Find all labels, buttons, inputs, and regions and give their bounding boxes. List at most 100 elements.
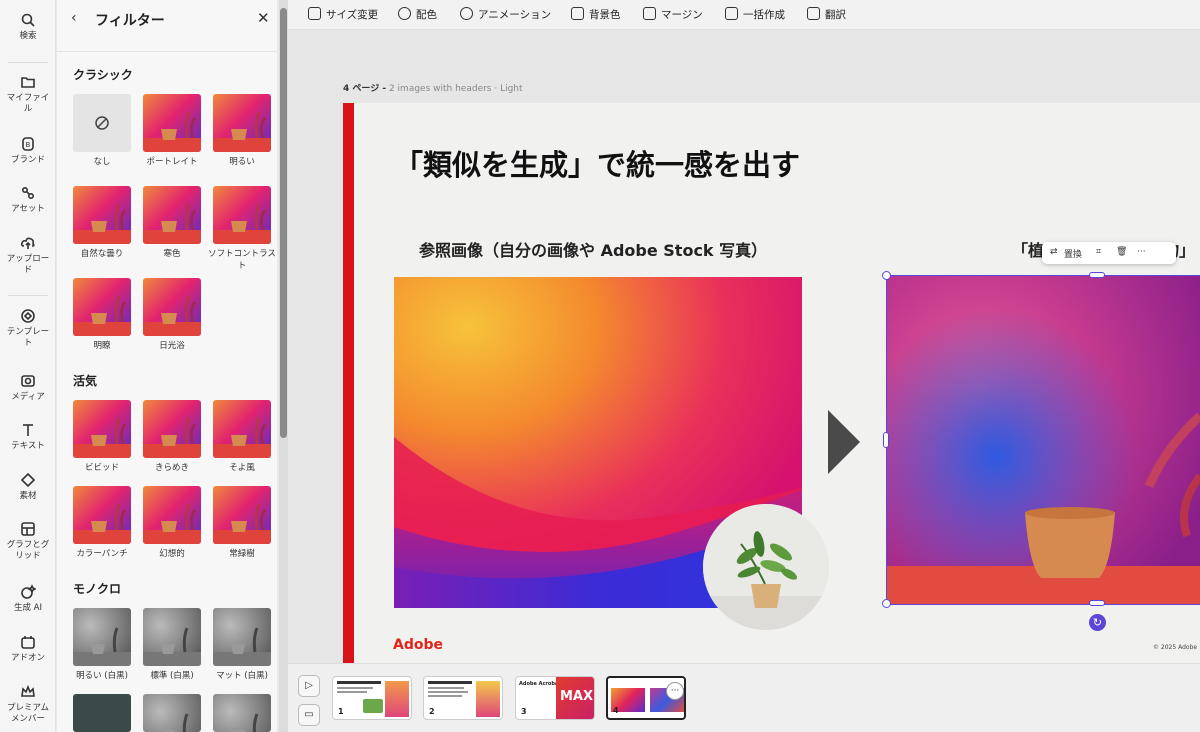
rail-item-search[interactable]: 検索	[0, 12, 56, 42]
play-icon[interactable]: ▷	[298, 675, 320, 697]
page-thumbnail-3[interactable]: Adobe Acrobat MAX 3	[515, 676, 595, 720]
filter-thumb-classic-6[interactable]	[73, 278, 131, 336]
rail-item-brand[interactable]: B ブランド	[0, 136, 56, 166]
rail-item-label: マイファイル	[6, 93, 50, 114]
more-icon[interactable]: ···	[1137, 247, 1146, 257]
search-icon	[20, 12, 36, 28]
filter-thumb-classic-4[interactable]	[143, 186, 201, 244]
page-thumbnail-4[interactable]: ··· 4	[606, 676, 686, 720]
rail-item-text[interactable]: テキスト	[0, 422, 56, 452]
rail-item-generative-ai[interactable]: 生成 AI	[0, 584, 56, 614]
filter-label: 自然な曇り	[80, 249, 124, 259]
thumb-title: Adobe Acrobat	[519, 681, 561, 687]
crop-icon[interactable]: ⌗	[1096, 247, 1101, 257]
toolbar-item-label: 翻訳	[825, 9, 846, 21]
plant-reference-image[interactable]	[703, 504, 829, 630]
assets-icon	[20, 185, 36, 201]
toolbar-bulk-create-button[interactable]: 一括作成	[725, 7, 785, 22]
filter-thumb-classic-7[interactable]	[143, 278, 201, 336]
filter-thumb-partial[interactable]	[213, 694, 271, 732]
rail-divider	[8, 295, 48, 296]
page-number: 4	[613, 706, 619, 715]
rail-item-assets[interactable]: アセット	[0, 185, 56, 215]
page-thumbnail-1[interactable]: 1	[332, 676, 412, 720]
resize-icon	[308, 7, 321, 20]
translate-icon	[807, 7, 820, 20]
filter-thumb-classic-2[interactable]	[213, 94, 271, 152]
filter-thumb-mono-1[interactable]	[143, 608, 201, 666]
filter-label: 幻想的	[159, 549, 185, 559]
rail-item-media[interactable]: メディア	[0, 373, 56, 403]
rail-item-elements[interactable]: 素材	[0, 472, 56, 502]
notes-icon[interactable]: ▭	[298, 704, 320, 726]
rotate-icon[interactable]: ↻	[1089, 614, 1106, 631]
slide-title[interactable]: 「類似を生成」で統一感を出す	[394, 142, 800, 184]
panel-scroll-thumb[interactable]	[280, 8, 287, 438]
rail-item-addon[interactable]: アドオン	[0, 634, 56, 664]
filter-thumb-vivid-2[interactable]	[213, 400, 271, 458]
filter-thumb-vivid-0[interactable]	[73, 400, 131, 458]
rail-item-label: アップロード	[6, 254, 50, 275]
page-number-label: 4 ページ -	[343, 84, 387, 94]
toolbar-animation-button[interactable]: アニメーション	[460, 7, 551, 22]
toolbar-background-color-button[interactable]: 背景色	[571, 7, 621, 22]
close-icon[interactable]: ✕	[257, 9, 270, 27]
filter-label: ソフトコントラスト	[208, 249, 276, 271]
media-icon	[20, 373, 36, 389]
generated-image[interactable]	[887, 276, 1200, 604]
page-number: 3	[521, 707, 527, 716]
section-title-classic: クラシック	[73, 68, 133, 82]
filter-thumb-vivid-1[interactable]	[143, 400, 201, 458]
rail-item-grid[interactable]: グラフとグリッド	[0, 521, 56, 562]
filter-thumb-vivid-3[interactable]	[73, 486, 131, 544]
resize-handle-bottom-left[interactable]	[882, 599, 891, 608]
toolbar-translate-button[interactable]: 翻訳	[807, 7, 846, 22]
filter-thumb-partial[interactable]	[143, 694, 201, 732]
toolbar-margin-button[interactable]: マージン	[643, 7, 703, 22]
rail-item-folder[interactable]: マイファイル	[0, 74, 56, 115]
background-color-icon	[571, 7, 584, 20]
filter-label: 明瞭	[93, 341, 111, 351]
addon-icon	[20, 634, 36, 650]
thumb-max-text: MAX	[560, 689, 594, 704]
filter-thumb-classic-0[interactable]	[73, 94, 131, 152]
animation-icon	[460, 7, 473, 20]
filter-label: ビビッド	[84, 463, 119, 473]
rail-item-label: 検索	[19, 31, 37, 41]
resize-handle-left[interactable]	[883, 432, 889, 448]
filter-label: そよ風	[229, 463, 255, 473]
image-context-toolbar: ⇄ 置換 ⌗ 🗑 ···	[1042, 242, 1176, 264]
reference-caption[interactable]: 参照画像（自分の画像や Adobe Stock 写真）	[419, 237, 767, 261]
filter-label: マット (白黒)	[216, 671, 268, 681]
replace-icon[interactable]: ⇄	[1050, 247, 1058, 257]
filter-thumb-vivid-4[interactable]	[143, 486, 201, 544]
toolbar-resize-button[interactable]: サイズ変更	[308, 7, 378, 22]
toolbar-item-label: 配色	[416, 9, 437, 21]
resize-handle-bottom[interactable]	[1089, 600, 1105, 606]
filter-thumb-classic-5[interactable]	[213, 186, 271, 244]
filter-thumb-mono-0[interactable]	[73, 608, 131, 666]
toolbar-color-palette-button[interactable]: 配色	[398, 7, 437, 22]
resize-handle-top[interactable]	[1089, 272, 1105, 278]
filter-thumb-vivid-5[interactable]	[213, 486, 271, 544]
delete-icon[interactable]: 🗑	[1116, 247, 1127, 257]
crown-icon	[20, 684, 36, 700]
page-thumbnail-2[interactable]: 2	[423, 676, 503, 720]
back-icon[interactable]: ‹	[71, 10, 77, 26]
thumb-more-icon[interactable]: ···	[666, 682, 684, 700]
filter-thumb-mono-2[interactable]	[213, 608, 271, 666]
filter-thumb-partial[interactable]	[73, 694, 131, 732]
rail-item-upload[interactable]: アップロード	[0, 235, 56, 276]
panel-divider	[57, 51, 277, 52]
page-number: 2	[429, 707, 435, 716]
adobe-logo: Adobe	[393, 637, 443, 653]
filter-thumb-classic-3[interactable]	[73, 186, 131, 244]
resize-handle-top-left[interactable]	[882, 271, 891, 280]
filter-label: 日光浴	[159, 341, 185, 351]
rail-item-template[interactable]: テンプレート	[0, 308, 56, 349]
rail-item-crown[interactable]: プレミアムメンバー	[0, 684, 56, 725]
replace-button[interactable]: 置換	[1064, 247, 1082, 260]
filter-thumb-classic-1[interactable]	[143, 94, 201, 152]
section-title-mono: モノクロ	[73, 582, 122, 596]
panel-header: ‹ フィルター ✕	[57, 0, 277, 40]
